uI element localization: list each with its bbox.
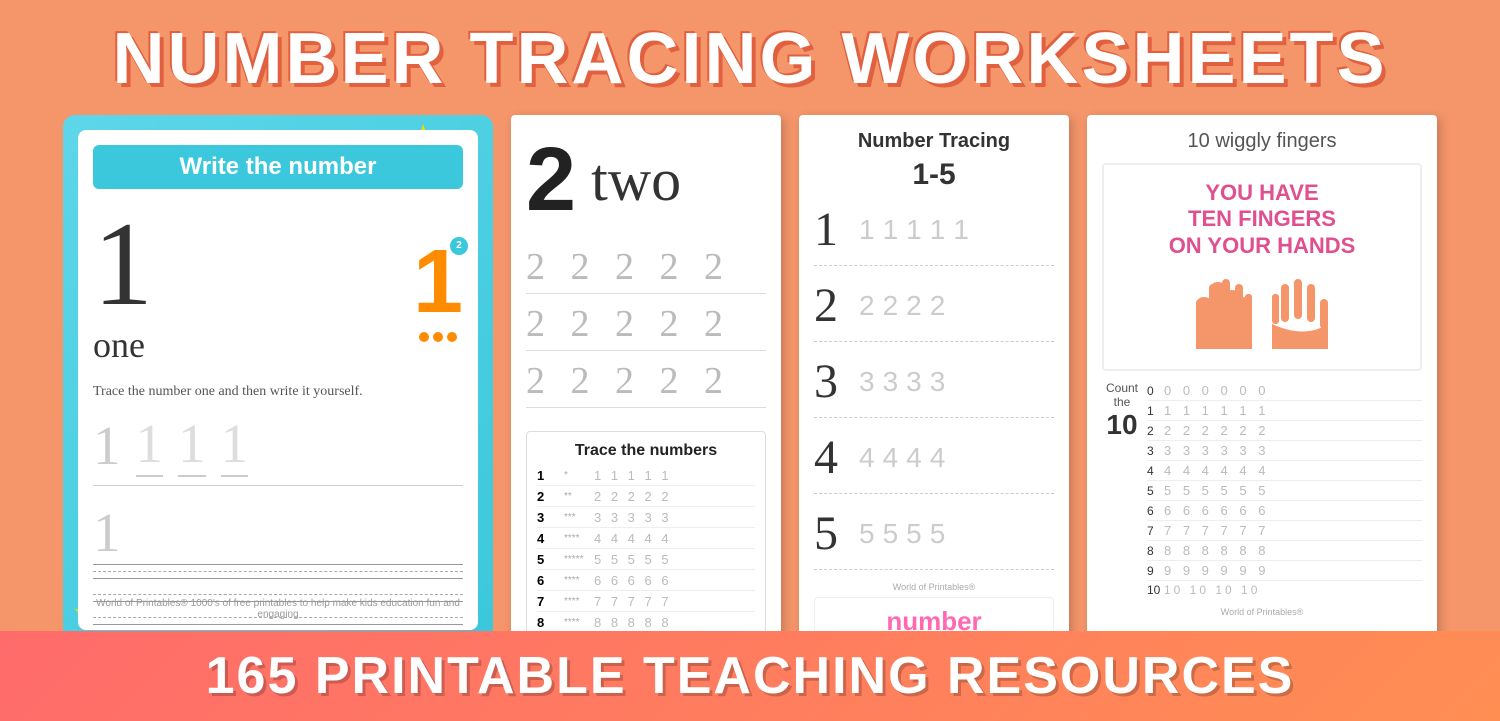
card6-trace-row: 9 9 9 9 9 9 9 xyxy=(1147,561,1422,581)
card1-trace-num: 1 xyxy=(93,414,121,477)
card4-tracing-1-5: Number Tracing 1-5 1 11111 2 2222 3 3333 xyxy=(799,115,1069,645)
card4-subtitle: 1-5 xyxy=(814,158,1054,192)
left-hand-icon xyxy=(1187,269,1252,349)
right-hand-icon xyxy=(1272,269,1337,349)
card6-trace-row: 0 0 0 0 0 0 0 xyxy=(1147,381,1422,401)
card6-trace-row: 2 2 2 2 2 2 2 xyxy=(1147,421,1422,441)
card4-num-big: 5 xyxy=(814,506,849,561)
card6-trace-row: 3 3 3 3 3 3 3 xyxy=(1147,441,1422,461)
card6-trace-row: 1 1 1 1 1 1 1 xyxy=(1147,401,1422,421)
card2-trace-line: 2 2 2 2 2 xyxy=(526,359,766,408)
card1-big-number: 1 xyxy=(93,204,153,324)
card4-num-row: 3 3333 xyxy=(814,354,1054,418)
card4-trace-chars: 2222 xyxy=(859,290,945,322)
card1-line xyxy=(93,571,463,572)
card1-dot xyxy=(419,332,429,342)
card1-dot xyxy=(433,332,443,342)
card1-solid-line xyxy=(93,624,463,625)
card4-trace-chars: 3333 xyxy=(859,366,945,398)
card6-count-label: Count the 10 xyxy=(1102,381,1142,441)
card6-hands xyxy=(1114,269,1410,349)
card2-word: two xyxy=(591,146,681,215)
card2-header: 2 two xyxy=(526,135,766,225)
card1-orange-number: 2 1 xyxy=(413,237,463,327)
card1-footer: World of Printables® 1000's of free prin… xyxy=(78,598,478,620)
card6-bold-text: YOU HAVETEN FINGERSON YOUR HANDS xyxy=(1114,180,1410,259)
card4-trace-chars: 4444 xyxy=(859,442,945,474)
card6-wiggly-fingers: 10 wiggly fingers YOU HAVETEN FINGERSON … xyxy=(1087,115,1437,645)
card1-trace-row: 1 1 1 1 xyxy=(93,412,463,486)
card2-big-num: 2 xyxy=(526,135,576,225)
card6-count-area: Count the 10 0 0 0 0 0 0 0 1 1 1 1 1 1 1… xyxy=(1102,381,1422,599)
card1-number-row: 1 one 2 1 xyxy=(93,204,463,374)
card4-nums-list: 1 11111 2 2222 3 3333 4 4444 xyxy=(814,202,1054,570)
card6-trace-row: 8 8 8 8 8 8 8 xyxy=(1147,541,1422,561)
trace-row: 5*****5 5 5 5 5 xyxy=(537,552,755,570)
card6-trace-row: 4 4 4 4 4 4 4 xyxy=(1147,461,1422,481)
card6-text-box: YOU HAVETEN FINGERSON YOUR HANDS xyxy=(1102,163,1422,371)
card4-num-big: 3 xyxy=(814,354,849,409)
card4-num-big: 1 xyxy=(814,202,849,257)
card6-trace-row: 5 5 5 5 5 5 5 xyxy=(1147,481,1422,501)
card1-trace-num: 1 xyxy=(221,412,249,477)
card1-line xyxy=(93,594,463,595)
card4-title: Number Tracing xyxy=(814,130,1054,153)
card1-trace-num: 1 xyxy=(178,412,206,477)
card2-two: 2 two 2 2 2 2 2 2 2 2 2 2 2 2 2 2 2 Trac… xyxy=(511,115,781,645)
card6-trace-row: 6 6 6 6 6 6 6 xyxy=(1147,501,1422,521)
card4-num-row: 2 2222 xyxy=(814,278,1054,342)
trace-row: 3***3 3 3 3 3 xyxy=(537,510,755,528)
card6-title: 10 wiggly fingers xyxy=(1102,130,1422,153)
card6-footer: World of Printables® xyxy=(1102,607,1422,617)
trace-row: 1*1 1 1 1 1 xyxy=(537,468,755,486)
trace-row: 6****6 6 6 6 6 xyxy=(537,573,755,591)
card1-dot xyxy=(447,332,457,342)
card1-solid-line xyxy=(93,578,463,579)
card1-write-number: ★ ★ ★ ★ ★ Write the number 1 one 2 1 xyxy=(63,115,493,645)
card6-trace-row: 7 7 7 7 7 7 7 xyxy=(1147,521,1422,541)
trace-row: 4****4 4 4 4 4 xyxy=(537,531,755,549)
card4-trace-chars: 11111 xyxy=(859,214,969,246)
card1-subtitle: Trace the number one and then write it y… xyxy=(93,384,463,400)
card4-num-row: 4 4444 xyxy=(814,430,1054,494)
card1-dots xyxy=(413,332,463,342)
card4-num-big: 2 xyxy=(814,278,849,333)
card3-title-inside: Trace the numbers xyxy=(537,442,755,460)
card1-trace-single: 1 xyxy=(93,501,463,565)
card2-trace-line: 2 2 2 2 2 xyxy=(526,245,766,294)
bottom-banner: 165 PRINTABLE TEACHING RESOURCES xyxy=(0,631,1500,721)
card4-num-row: 1 11111 xyxy=(814,202,1054,266)
card4-footer: World of Printables® xyxy=(814,582,1054,592)
card6-trace-table: 0 0 0 0 0 0 0 1 1 1 1 1 1 1 2 2 2 2 2 2 … xyxy=(1147,381,1422,599)
card4-num-big: 4 xyxy=(814,430,849,485)
main-title: NUMBER TRACING WORKSHEETS xyxy=(0,0,1500,110)
card4-trace-chars: 5555 xyxy=(859,518,945,550)
card1-header: Write the number xyxy=(93,145,463,189)
trace-row: 7****7 7 7 7 7 xyxy=(537,594,755,612)
worksheets-row: ★ ★ ★ ★ ★ Write the number 1 one 2 1 xyxy=(0,115,1500,645)
card2-trace-line: 2 2 2 2 2 xyxy=(526,302,766,351)
card4-num-row: 5 5555 xyxy=(814,506,1054,570)
card1-word: one xyxy=(93,324,153,366)
card2-table-card: Trace the numbers 1*1 1 1 1 1 2**2 2 2 2… xyxy=(526,426,766,645)
trace-row: 2**2 2 2 2 2 xyxy=(537,489,755,507)
bottom-banner-text: 165 PRINTABLE TEACHING RESOURCES xyxy=(15,646,1485,706)
card1-trace-num: 1 xyxy=(136,412,164,477)
card6-trace-row: 10 10 10 10 10 xyxy=(1147,581,1422,599)
card1-inner: Write the number 1 one 2 1 xyxy=(78,130,478,630)
card6-count-num: 10 xyxy=(1106,409,1137,440)
card1-header-text: Write the number xyxy=(180,153,377,180)
